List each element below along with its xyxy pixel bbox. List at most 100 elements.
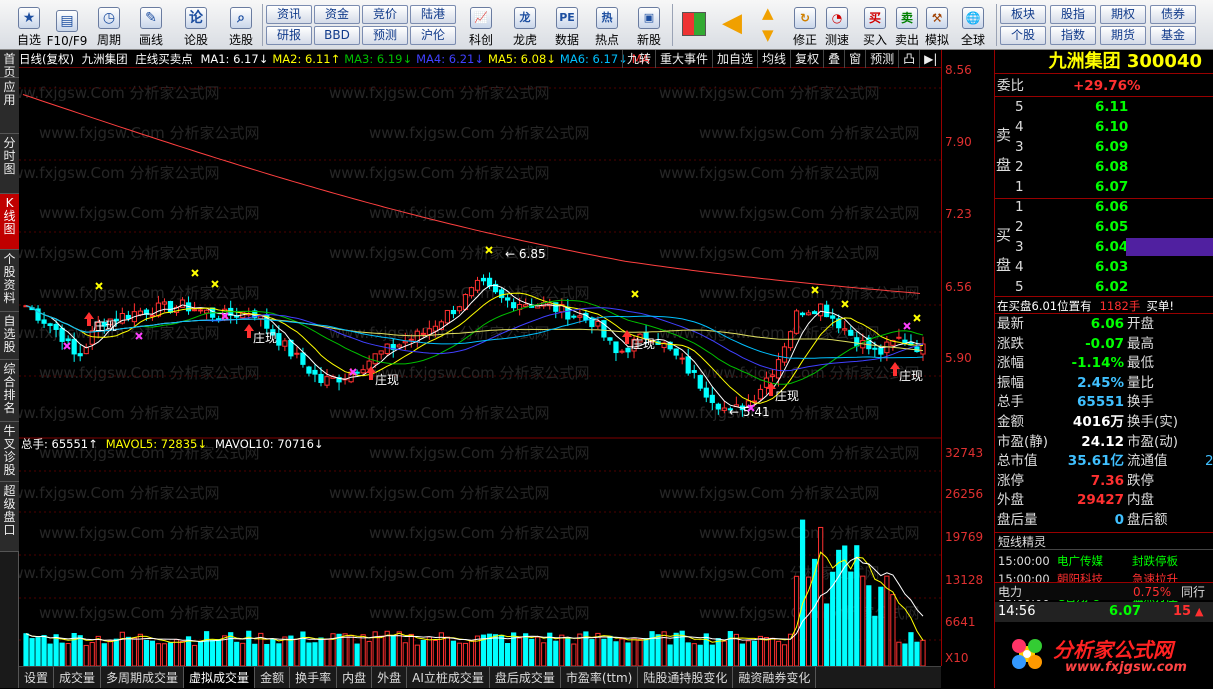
arrow-down-icon[interactable]: ▼: [762, 26, 774, 44]
sidebar-tab-4[interactable]: 个股资料: [0, 250, 19, 312]
arrow-left-icon[interactable]: ◀: [722, 8, 742, 38]
chart-button-1[interactable]: 重大事件: [655, 50, 712, 68]
toolbar-small-button[interactable]: 研报: [266, 26, 312, 45]
indicator-tab-9[interactable]: 盘后成交量: [490, 667, 561, 688]
sidebar-tab-0[interactable]: 首页: [0, 50, 19, 79]
sidebar-tab-label: 个股资料: [3, 252, 16, 305]
indicator-tab-11[interactable]: 陆股通持股变化: [638, 667, 734, 688]
toolbar-button-mid-0[interactable]: 📈 科创: [462, 2, 500, 48]
volume-bar: [390, 635, 396, 666]
sell-level-1[interactable]: 1 6.07: [995, 177, 1213, 197]
toolbar-small-button[interactable]: 资金: [314, 5, 360, 24]
sell-level-5[interactable]: 5 6.11: [995, 97, 1213, 117]
toolbar-small-button[interactable]: 陆港: [410, 5, 456, 24]
chart-button-6[interactable]: 窗: [844, 50, 865, 68]
indicator-tab-6[interactable]: 内盘: [337, 667, 373, 688]
sidebar-tab-8[interactable]: 超级盘口: [0, 482, 19, 552]
toolbar-button-right-0[interactable]: ↻ 修正: [790, 2, 820, 48]
toolbar-button-right-1[interactable]: ◔ 测速: [822, 2, 852, 48]
sidebar-tab-label: 分时图: [3, 136, 16, 176]
buy-level-1[interactable]: 1 6.06: [995, 197, 1213, 217]
watermark: www.fxjgsw.Com 分析家公式网: [329, 164, 550, 182]
toolbar-small-button[interactable]: 预测: [362, 26, 408, 45]
market-button[interactable]: 期货: [1100, 26, 1146, 45]
layout-grid-icon[interactable]: [682, 12, 706, 36]
market-button[interactable]: 债券: [1150, 5, 1196, 24]
buy-level-3[interactable]: 3 6.04: [995, 237, 1213, 257]
toolbar-button-1[interactable]: ▤ F10/F9: [47, 2, 87, 48]
candle-body: [480, 277, 487, 282]
volume-bar: [739, 643, 745, 666]
buy-level-5[interactable]: 5 6.02: [995, 277, 1213, 297]
indicator-tab-4[interactable]: 金额: [255, 667, 291, 688]
toolbar-button-mid-1[interactable]: 龙龙虎: [506, 2, 544, 48]
toolbar-button-right-2[interactable]: 买买入: [860, 2, 890, 48]
indicator-tab-12[interactable]: 融资融券变化: [733, 667, 817, 688]
candle-body: [848, 329, 854, 336]
indicator-tab-0[interactable]: 设置: [19, 667, 55, 688]
buy-level-4[interactable]: 4 6.03: [995, 257, 1213, 277]
sell-level-3[interactable]: 3 6.09: [995, 137, 1213, 157]
sidebar-tab-2[interactable]: 分时图: [0, 134, 19, 194]
sidebar-tab-3[interactable]: K线图: [0, 194, 19, 250]
market-button[interactable]: 个股: [1000, 26, 1046, 45]
chart-button-2[interactable]: 加自选: [712, 50, 757, 68]
toolbar-small-button[interactable]: 沪伦: [410, 26, 456, 45]
toolbar-button-right-4[interactable]: ⚒ 模拟: [922, 2, 952, 48]
arrow-up-icon[interactable]: ▲: [762, 4, 774, 22]
chart-button-5[interactable]: 叠: [823, 50, 844, 68]
volume-bar: [131, 637, 137, 666]
chart-button-3[interactable]: 均线: [757, 50, 790, 68]
sector-row[interactable]: 电力 0.75% 同行: [995, 582, 1213, 600]
market-button[interactable]: 基金: [1150, 26, 1196, 45]
toolbar-button-3[interactable]: ✎ 画线: [132, 2, 170, 48]
toolbar-small-button[interactable]: 竞价: [362, 5, 408, 24]
indicator-name[interactable]: 庄线买卖点: [135, 52, 193, 66]
chart-button-0[interactable]: 九转: [622, 50, 655, 68]
indicator-tab-5[interactable]: 换手率: [290, 667, 338, 688]
order-notice: 在买盘6.01位置有 1182手 买单!: [995, 296, 1213, 314]
period-label[interactable]: 日线(复权): [19, 52, 74, 66]
sidebar-tab-1[interactable]: 应用: [0, 78, 19, 134]
toolbar-button-right-3[interactable]: 卖卖出: [892, 2, 922, 48]
volume-bar: [107, 640, 113, 666]
short-elf-row[interactable]: 15:00:00 电广传媒 封跌停板: [995, 552, 1213, 570]
toolbar-button-right-5[interactable]: 🌐 全球: [958, 2, 988, 48]
sidebar-tab-5[interactable]: 自选股: [0, 312, 19, 360]
sell-level-2[interactable]: 2 6.08: [995, 157, 1213, 177]
sector-tab[interactable]: 同行: [1181, 583, 1205, 601]
toolbar-button-mid-3[interactable]: 热热点: [588, 2, 626, 48]
indicator-tab-8[interactable]: AI立桩成交量: [407, 667, 490, 688]
chart-button-4[interactable]: 复权: [790, 50, 823, 68]
market-button[interactable]: 期权: [1100, 5, 1146, 24]
toolbar-button-mid-4[interactable]: ▣ 新股: [630, 2, 668, 48]
tick-volume: 15: [1173, 604, 1192, 619]
toolbar-button-4[interactable]: 论论股: [177, 2, 215, 48]
toolbar-button-2[interactable]: ◷ 周期: [90, 2, 128, 48]
chart-button-8[interactable]: 凸: [898, 50, 919, 68]
toolbar-button-mid-2[interactable]: PE 数据: [548, 2, 586, 48]
candle-body: [372, 353, 378, 365]
quote-panel: 九洲集团 300040 委比 +29.76% 卖盘 5 6.11 4 6.10 3 6.09 2 6.…: [994, 50, 1213, 688]
toolbar-button-5[interactable]: ⌕ 选股: [222, 2, 260, 48]
kline-chart[interactable]: www.fxjgsw.Com 分析家公式网 www.fxjgsw.Com 分析家公…: [19, 68, 941, 666]
volume-bar: [890, 594, 896, 666]
toolbar-small-button[interactable]: 资讯: [266, 5, 312, 24]
indicator-tab-2[interactable]: 多周期成交量: [101, 667, 185, 688]
chart-button-7[interactable]: 预测: [865, 50, 898, 68]
indicator-tab-10[interactable]: 市盈率(ttm): [561, 667, 639, 688]
toolbar-button-0[interactable]: ★ 自选: [10, 2, 48, 48]
sidebar-tab-6[interactable]: 综合排名: [0, 360, 19, 422]
market-button[interactable]: 板块: [1000, 5, 1046, 24]
short-elf-title[interactable]: 短线精灵: [995, 532, 1213, 550]
chart-button-9[interactable]: ▶|: [919, 50, 941, 68]
market-button[interactable]: 股指: [1050, 5, 1096, 24]
buy-level-2[interactable]: 2 6.05: [995, 217, 1213, 237]
indicator-tab-1[interactable]: 成交量: [54, 667, 102, 688]
indicator-tab-3[interactable]: 虚拟成交量: [184, 667, 256, 688]
sidebar-tab-7[interactable]: 牛叉诊股: [0, 422, 19, 482]
sell-level-4[interactable]: 4 6.10: [995, 117, 1213, 137]
toolbar-small-button[interactable]: BBD: [314, 26, 360, 45]
market-button[interactable]: 指数: [1050, 26, 1096, 45]
indicator-tab-7[interactable]: 外盘: [372, 667, 408, 688]
